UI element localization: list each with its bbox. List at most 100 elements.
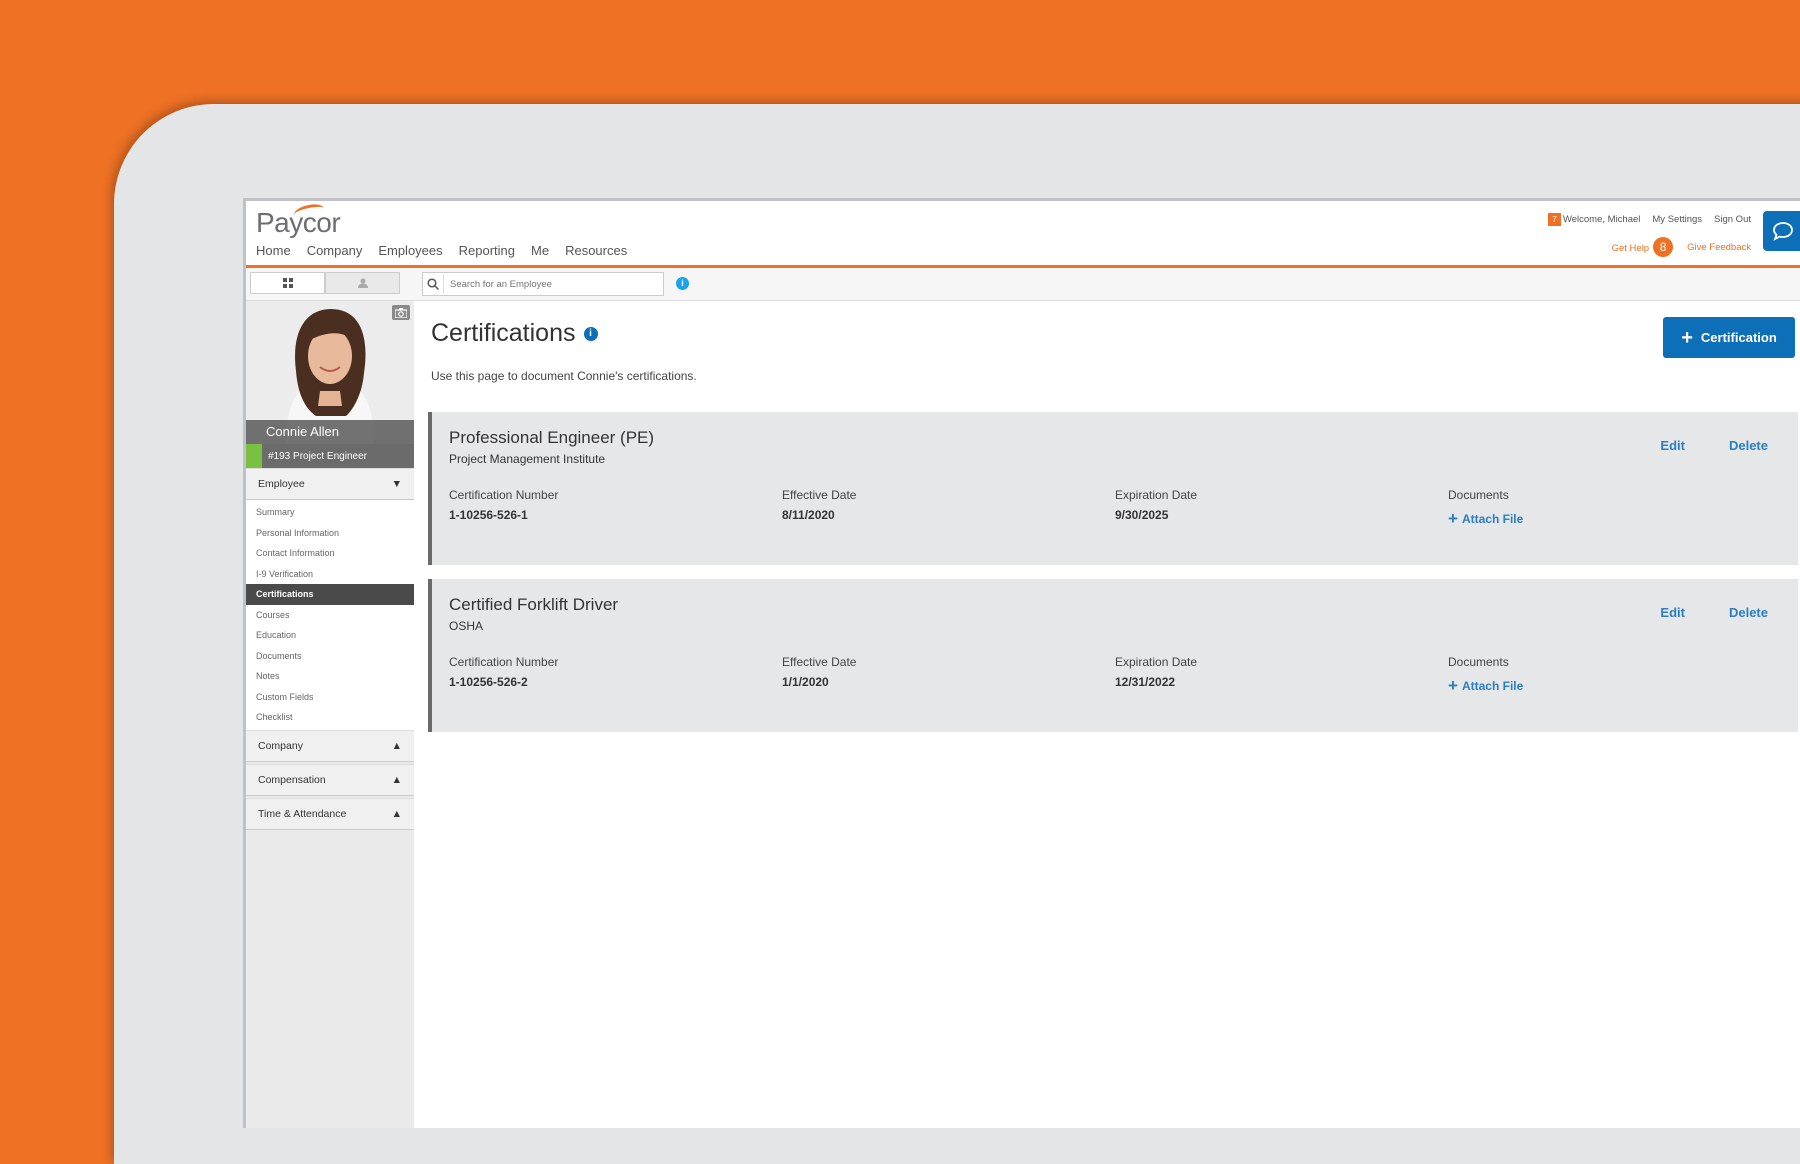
app-header: Paycor Home Company Employees Reporting … — [246, 201, 1800, 268]
nav-resources[interactable]: Resources — [565, 243, 627, 258]
documents-field: Documents + Attach File — [1448, 655, 1523, 694]
sidebar-item-i9-verification[interactable]: I-9 Verification — [246, 564, 414, 585]
help-count-badge: 8 — [1653, 237, 1674, 257]
plus-icon: + — [1448, 676, 1458, 695]
attach-file-button[interactable]: + Attach File — [1448, 510, 1523, 527]
cert-number-field: Certification Number 1-10256-526-2 — [449, 655, 558, 689]
cert-number-label: Certification Number — [449, 488, 559, 502]
attach-file-label: Attach File — [1461, 678, 1524, 693]
cert-number-field: Certification Number 1-10256-526-1 — [449, 488, 558, 522]
expiration-date-value: 12/31/2022 — [1115, 675, 1176, 689]
sidebar-item-certifications[interactable]: Certifications — [246, 584, 414, 605]
card-actions: Edit Delete — [1660, 605, 1768, 620]
edit-button[interactable]: Edit — [1660, 605, 1685, 620]
grid-icon — [282, 278, 293, 288]
list-view-button[interactable] — [250, 272, 325, 294]
chevron-up-icon: ▲ — [391, 807, 402, 820]
employee-menu: Summary Personal Information Contact Inf… — [246, 500, 414, 730]
help-links: Get Help 8 Give Feedback — [1612, 237, 1751, 257]
expiration-date-field: Expiration Date 9/30/2025 — [1115, 488, 1197, 522]
employee-search — [422, 272, 664, 296]
effective-date-field: Effective Date 8/11/2020 — [782, 488, 856, 522]
page-title: Certifications i — [431, 319, 598, 348]
nav-me[interactable]: Me — [531, 243, 549, 258]
attach-file-label: Attach File — [1461, 511, 1524, 526]
edit-button[interactable]: Edit — [1660, 438, 1685, 453]
section-employee-label: Employee — [258, 478, 305, 490]
cert-number-value: 1-10256-526-1 — [449, 508, 528, 522]
sign-out-link[interactable]: Sign Out — [1714, 214, 1751, 225]
plus-icon: + — [1448, 509, 1458, 528]
sidebar-item-personal-information[interactable]: Personal Information — [246, 523, 414, 544]
chevron-up-icon: ▲ — [391, 773, 402, 786]
employee-position: #193 Project Engineer — [246, 444, 414, 468]
nav-home[interactable]: Home — [256, 243, 291, 258]
sidebar-item-contact-information[interactable]: Contact Information — [246, 543, 414, 564]
certification-card: Professional Engineer (PE) Project Manag… — [428, 412, 1798, 565]
search-input[interactable] — [444, 277, 663, 291]
sidebar-item-checklist[interactable]: Checklist — [246, 707, 414, 728]
get-help-link[interactable]: Get Help 8 — [1612, 237, 1674, 257]
view-toggle — [250, 272, 400, 294]
nav-company[interactable]: Company — [307, 243, 363, 258]
delete-button[interactable]: Delete — [1729, 438, 1768, 453]
search-icon[interactable] — [423, 274, 444, 294]
effective-date-value: 1/1/2020 — [782, 675, 829, 689]
chat-bubble-icon — [1773, 222, 1793, 241]
page-description: Use this page to document Connie's certi… — [431, 369, 697, 383]
give-feedback-link[interactable]: Give Feedback — [1687, 242, 1751, 253]
section-compensation[interactable]: Compensation ▲ — [246, 763, 414, 796]
expiration-date-value: 9/30/2025 — [1115, 508, 1169, 522]
section-time-attendance[interactable]: Time & Attendance ▲ — [246, 797, 414, 830]
expiration-date-label: Expiration Date — [1115, 655, 1198, 669]
add-certification-label: Certification — [1700, 330, 1777, 345]
section-time-label: Time & Attendance — [258, 807, 347, 820]
person-icon — [357, 278, 368, 288]
main-content: Certifications i Use this page to docume… — [414, 301, 1800, 1128]
effective-date-label: Effective Date — [782, 655, 857, 669]
cert-number-value: 1-10256-526-2 — [449, 675, 528, 689]
sidebar-item-education[interactable]: Education — [246, 625, 414, 646]
position-label: #193 Project Engineer — [268, 450, 367, 462]
effective-date-label: Effective Date — [782, 488, 857, 502]
employee-sidebar: Connie Allen #193 Project Engineer Emplo… — [246, 301, 415, 1128]
chevron-down-icon: ▼ — [391, 478, 402, 490]
camera-icon[interactable] — [392, 305, 410, 320]
profile-view-button[interactable] — [325, 272, 400, 294]
section-company-label: Company — [258, 739, 303, 752]
page-title-text: Certifications — [431, 319, 576, 347]
notification-badge[interactable]: 7 — [1547, 213, 1561, 226]
welcome-text: 7 Welcome, Michael — [1547, 213, 1640, 226]
nav-reporting[interactable]: Reporting — [459, 243, 515, 258]
cert-number-label: Certification Number — [449, 655, 559, 669]
attach-file-button[interactable]: + Attach File — [1448, 677, 1523, 694]
add-certification-button[interactable]: + Certification — [1663, 317, 1795, 358]
expiration-date-label: Expiration Date — [1115, 488, 1198, 502]
section-company[interactable]: Company ▲ — [246, 729, 414, 762]
status-swatch — [246, 444, 262, 468]
sidebar-item-notes[interactable]: Notes — [246, 666, 414, 687]
plus-icon: + — [1681, 326, 1693, 349]
section-compensation-label: Compensation — [258, 773, 326, 786]
app-screen: Paycor Home Company Employees Reporting … — [243, 198, 1800, 1128]
documents-label: Documents — [1448, 488, 1509, 502]
documents-field: Documents + Attach File — [1448, 488, 1523, 527]
certification-title: Professional Engineer (PE) — [449, 428, 655, 447]
main-nav: Home Company Employees Reporting Me Reso… — [256, 243, 627, 258]
info-icon[interactable]: i — [676, 277, 689, 290]
chat-button[interactable] — [1763, 211, 1800, 251]
chevron-up-icon: ▲ — [391, 739, 402, 752]
employee-name: Connie Allen — [246, 420, 414, 444]
sidebar-item-courses[interactable]: Courses — [246, 605, 414, 626]
my-settings-link[interactable]: My Settings — [1652, 214, 1702, 225]
delete-button[interactable]: Delete — [1729, 605, 1768, 620]
sidebar-item-custom-fields[interactable]: Custom Fields — [246, 687, 414, 708]
employee-photo: Connie Allen — [246, 301, 414, 444]
sidebar-item-documents[interactable]: Documents — [246, 646, 414, 667]
paycor-logo[interactable]: Paycor — [256, 202, 341, 239]
card-actions: Edit Delete — [1660, 438, 1768, 453]
info-icon[interactable]: i — [583, 326, 598, 341]
sidebar-item-summary[interactable]: Summary — [246, 502, 414, 523]
section-employee[interactable]: Employee ▼ — [246, 468, 414, 500]
nav-employees[interactable]: Employees — [378, 243, 442, 258]
